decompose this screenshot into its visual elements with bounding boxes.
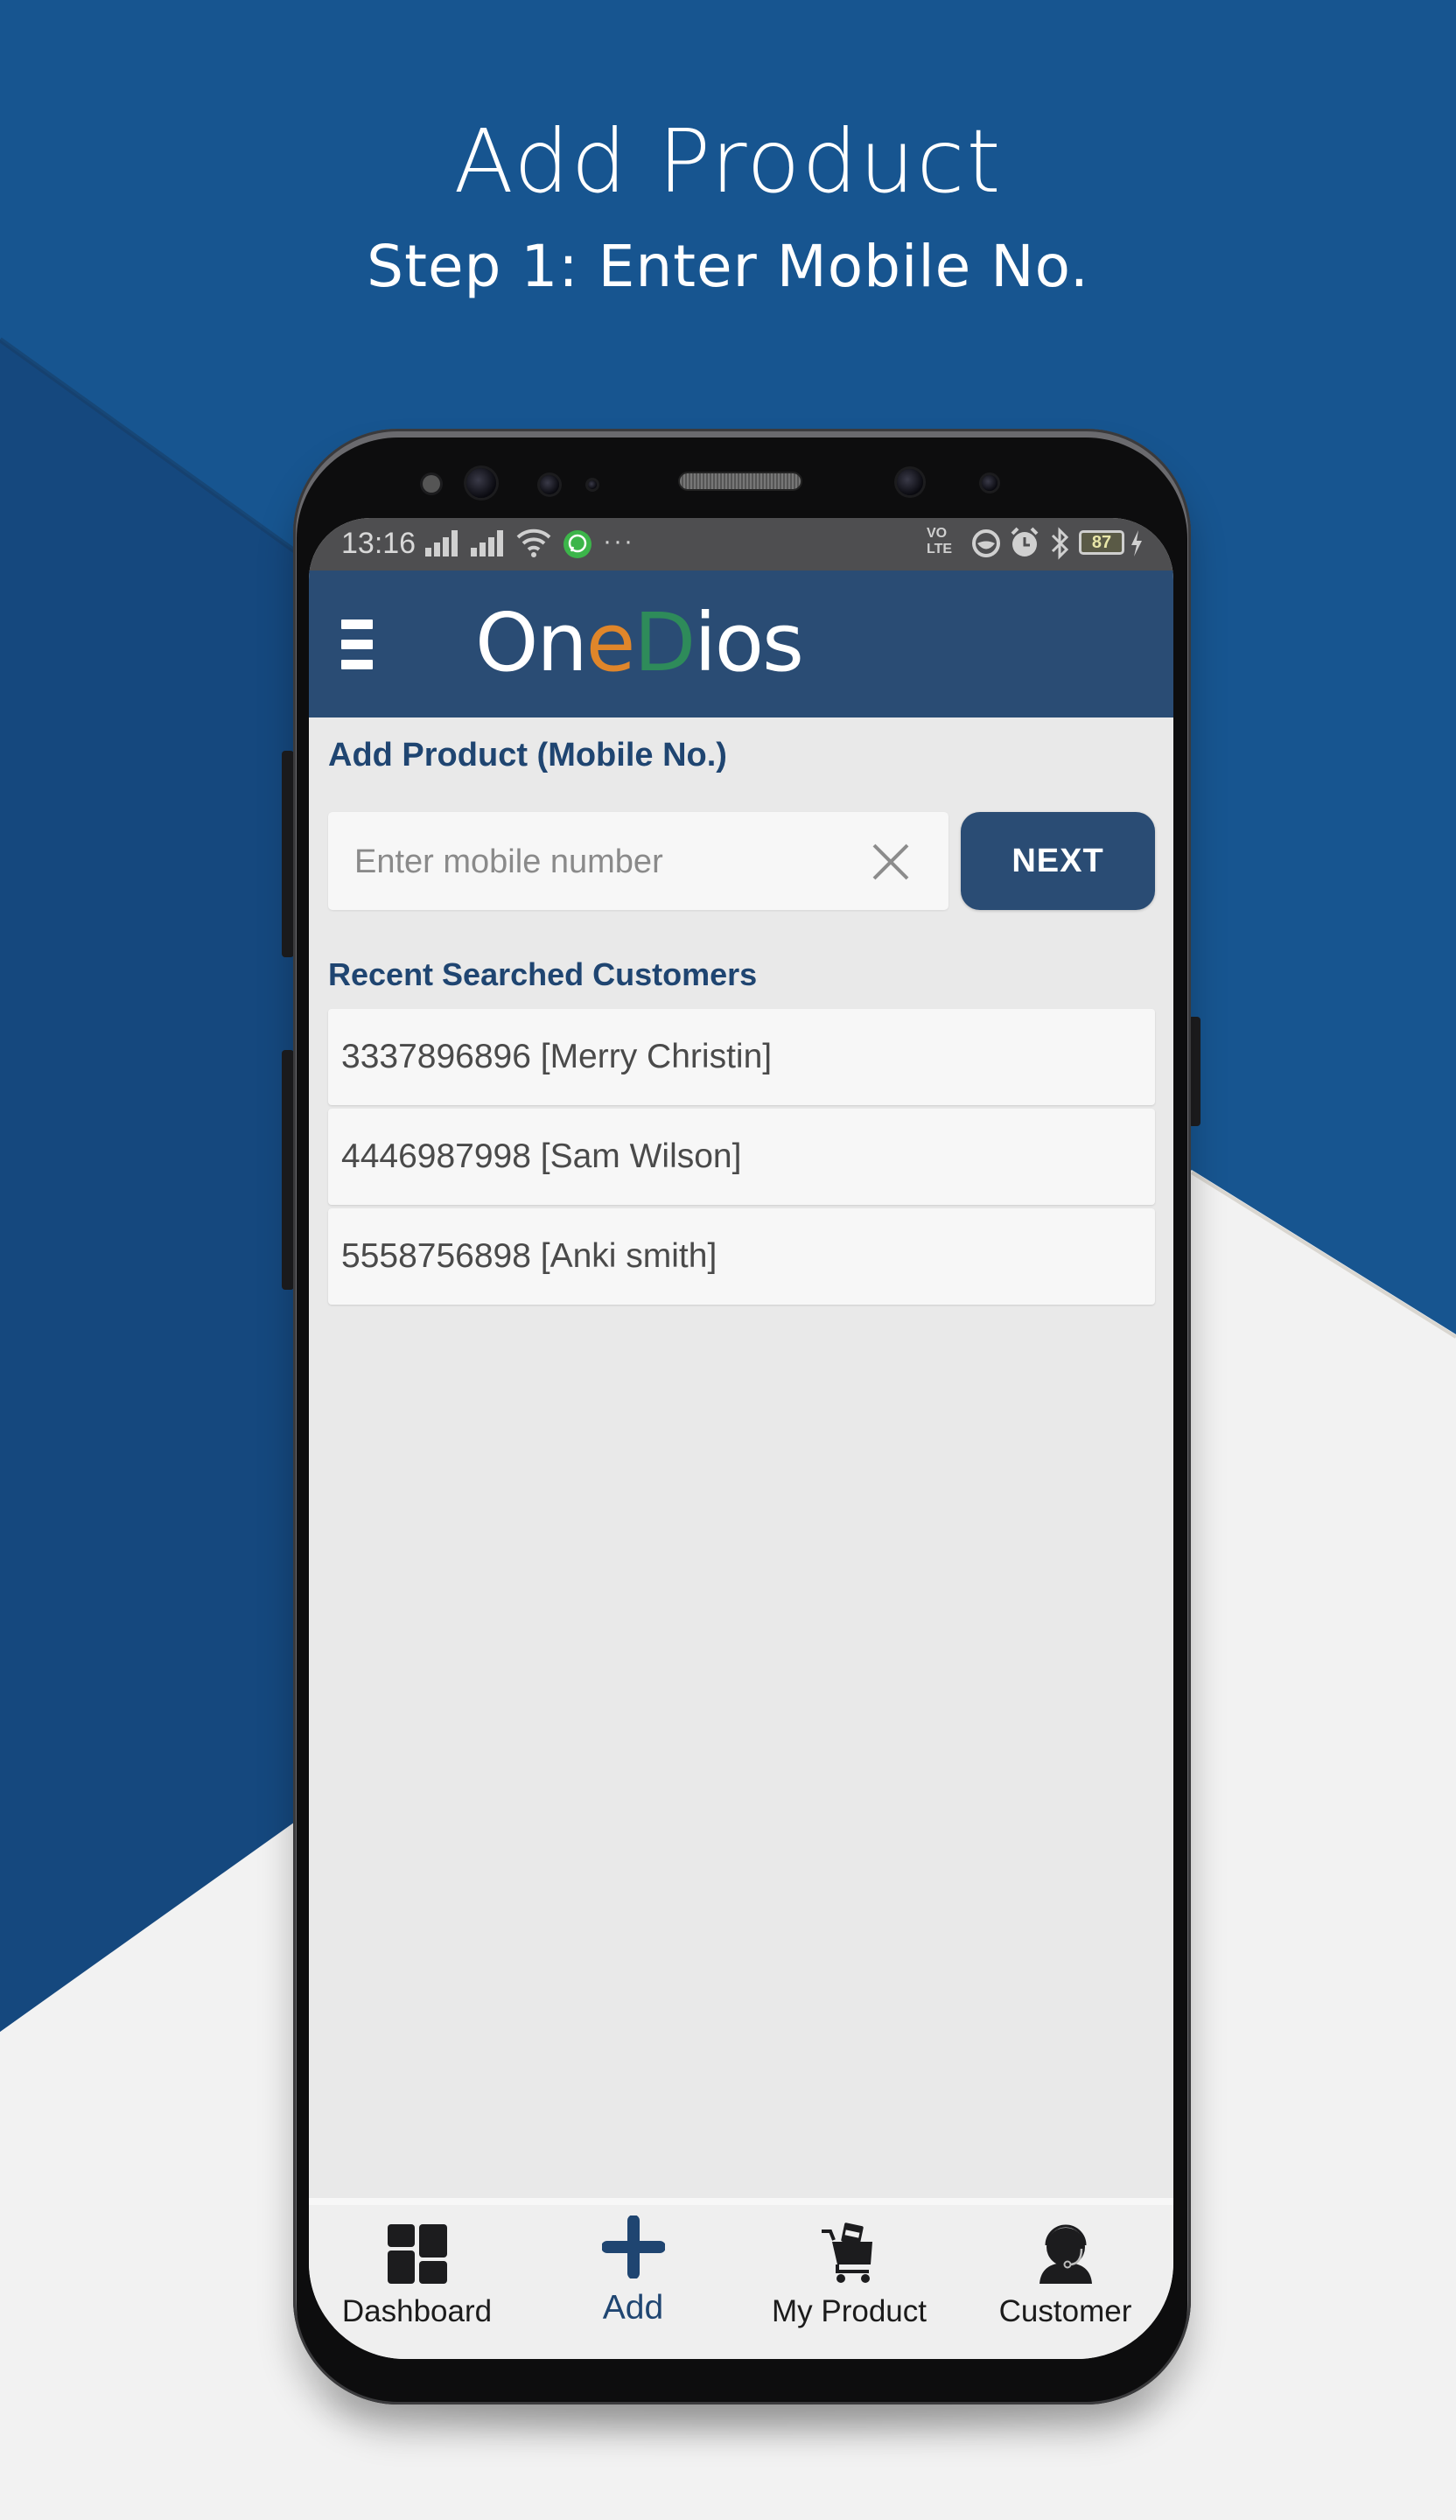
form-heading: Add Product (Mobile No.) bbox=[328, 737, 727, 774]
status-time: 13:16 bbox=[341, 527, 416, 560]
battery-icon: 87 bbox=[1079, 530, 1124, 555]
volte-top: VO bbox=[927, 526, 948, 541]
recent-customers-list: 3337896896 [Merry Christin] 4446987998 [… bbox=[328, 1009, 1155, 1308]
status-bar: 13:16 ··· VO LTE 87 bbox=[309, 518, 1173, 570]
light-sensor bbox=[540, 475, 559, 494]
nav-item-customer[interactable]: Customer bbox=[957, 2205, 1173, 2359]
nav-item-dashboard[interactable]: Dashboard bbox=[309, 2205, 525, 2359]
plus-icon bbox=[601, 2216, 665, 2278]
menu-icon-bar bbox=[341, 620, 373, 629]
logo-part-ios: ios bbox=[694, 596, 804, 690]
data-saver-icon bbox=[972, 529, 1000, 557]
promo-title: Add Product bbox=[453, 110, 1003, 213]
volume-down-button bbox=[282, 1050, 294, 1290]
customer-list-item[interactable]: 4446987998 [Sam Wilson] bbox=[328, 1109, 1155, 1205]
mobile-input-container bbox=[328, 812, 948, 912]
next-button[interactable]: NEXT bbox=[961, 812, 1155, 910]
bottom-navigation: Dashboard Add My Product Customer bbox=[309, 2198, 1173, 2359]
front-camera bbox=[466, 468, 496, 498]
customer-list-item[interactable]: 3337896896 [Merry Christin] bbox=[328, 1009, 1155, 1105]
proximity-sensor bbox=[423, 475, 440, 493]
main-content: Add Product (Mobile No.) NEXT Recent Sea… bbox=[309, 718, 1173, 2198]
app-logo: OneDios bbox=[475, 595, 804, 691]
clear-input-icon[interactable] bbox=[871, 842, 911, 882]
battery-level: 87 bbox=[1091, 533, 1112, 552]
wifi-icon bbox=[516, 528, 551, 557]
volte-bottom: LTE bbox=[927, 542, 953, 556]
whatsapp-icon bbox=[564, 530, 592, 558]
nav-label-customer: Customer bbox=[998, 2294, 1132, 2328]
mobile-number-input[interactable] bbox=[353, 812, 846, 912]
recent-customers-heading: Recent Searched Customers bbox=[328, 956, 758, 992]
led-sensor bbox=[588, 480, 597, 489]
bluetooth-icon bbox=[1051, 527, 1069, 560]
logo-part-e: e bbox=[585, 596, 636, 690]
nav-label-my-product: My Product bbox=[772, 2294, 927, 2328]
app-header: OneDios bbox=[309, 570, 1173, 718]
cart-icon bbox=[821, 2222, 872, 2283]
support-agent-icon bbox=[1039, 2224, 1092, 2284]
iris-camera bbox=[897, 469, 923, 495]
menu-icon-bar bbox=[341, 660, 373, 669]
notification-overflow: ··· bbox=[603, 527, 634, 556]
logo-part-d: D bbox=[634, 596, 696, 690]
signal-icon-2 bbox=[471, 530, 503, 556]
nav-item-add[interactable]: Add bbox=[525, 2205, 741, 2359]
phone-screen: 13:16 ··· VO LTE 87 OneDios Add Product … bbox=[309, 518, 1173, 2359]
earpiece-speaker bbox=[680, 473, 801, 489]
alarm-icon bbox=[1011, 527, 1039, 556]
menu-button[interactable] bbox=[341, 620, 373, 669]
nav-label-add: Add bbox=[602, 2289, 664, 2327]
nav-item-my-product[interactable]: My Product bbox=[741, 2205, 957, 2359]
nav-label-dashboard: Dashboard bbox=[341, 2294, 493, 2328]
volume-up-button bbox=[282, 751, 294, 957]
signal-icon bbox=[425, 530, 458, 556]
menu-icon-bar bbox=[341, 640, 373, 649]
iris-led bbox=[982, 475, 998, 491]
logo-part-on: On bbox=[475, 596, 588, 690]
charging-icon bbox=[1131, 530, 1142, 556]
volte-icon: VO LTE bbox=[927, 526, 962, 557]
promo-subtitle: Step 1: Enter Mobile No. bbox=[367, 233, 1089, 300]
dashboard-icon bbox=[387, 2224, 447, 2284]
customer-list-item[interactable]: 5558756898 [Anki smith] bbox=[328, 1208, 1155, 1305]
